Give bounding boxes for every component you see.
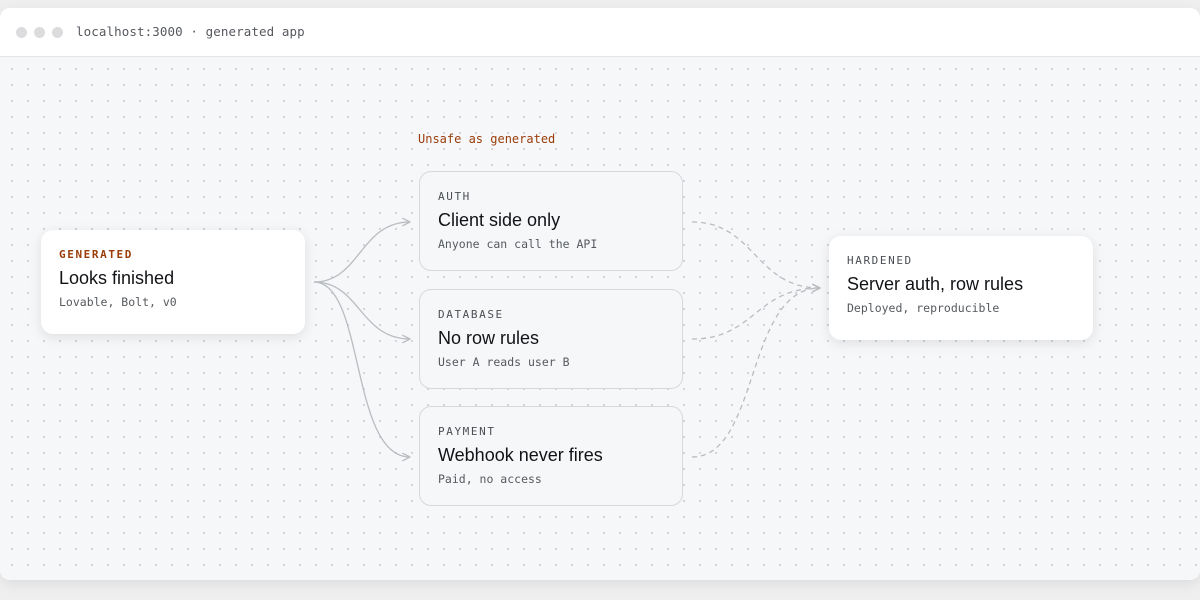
node-title: Client side only [438, 210, 561, 230]
node-title: Server auth, row rules [847, 274, 1024, 294]
node-subtitle: Lovable, Bolt, v0 [59, 295, 177, 309]
node-subtitle: Deployed, reproducible [847, 301, 1000, 315]
generated-node[interactable]: GENERATED Looks finished Lovable, Bolt, … [41, 230, 305, 334]
node-kicker: GENERATED [59, 248, 134, 261]
node-kicker: PAYMENT [438, 425, 496, 438]
node-title: Webhook never fires [438, 445, 603, 465]
zoom-dot-icon[interactable] [52, 27, 63, 38]
node-kicker: HARDENED [847, 254, 913, 267]
node-subtitle: User A reads user B [438, 355, 570, 369]
node-kicker: AUTH [438, 190, 471, 203]
close-dot-icon[interactable] [16, 27, 27, 38]
node-title: No row rules [438, 328, 540, 348]
auth-node[interactable]: AUTH Client side only Anyone can call th… [419, 171, 683, 271]
node-title: Looks finished [59, 268, 175, 288]
hardened-node[interactable]: HARDENED Server auth, row rules Deployed… [829, 236, 1093, 340]
node-subtitle: Paid, no access [438, 472, 542, 486]
node-subtitle: Anyone can call the API [438, 237, 598, 251]
title-bar: localhost:3000 · generated app [0, 8, 1200, 57]
node-kicker: DATABASE [438, 308, 504, 321]
database-node[interactable]: DATABASE No row rules User A reads user … [419, 289, 683, 389]
payment-node[interactable]: PAYMENT Webhook never fires Paid, no acc… [419, 406, 683, 506]
address-label: localhost:3000 · generated app [76, 24, 305, 39]
unsafe-group-label: Unsafe as generated [418, 132, 556, 146]
minimize-dot-icon[interactable] [34, 27, 45, 38]
